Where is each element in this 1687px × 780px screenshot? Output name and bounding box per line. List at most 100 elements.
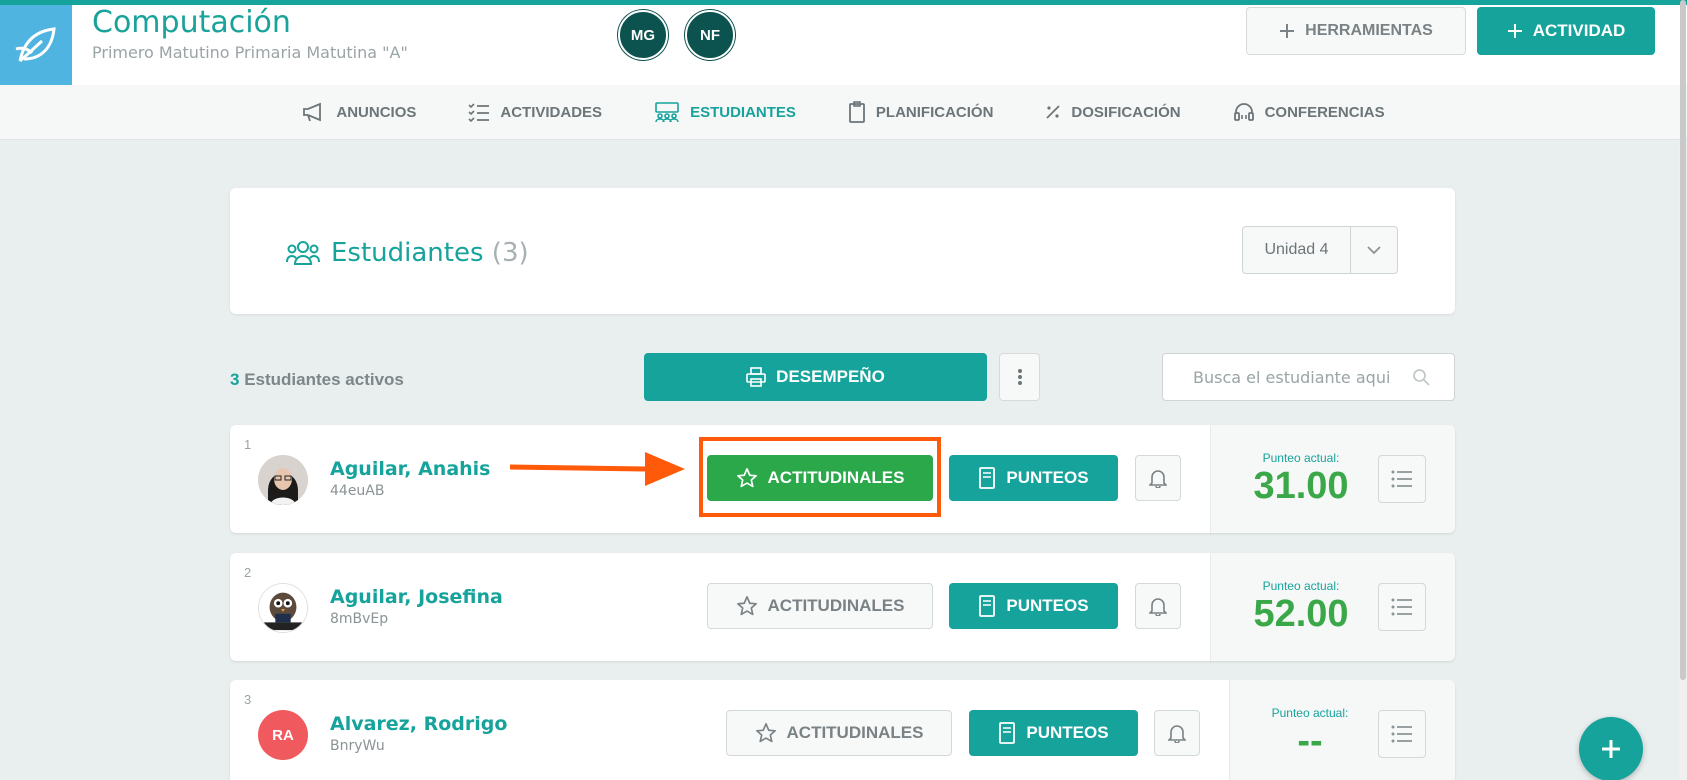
tools-label: HERRAMIENTAS xyxy=(1305,22,1433,39)
notify-button[interactable] xyxy=(1135,583,1181,629)
tab-conferencias[interactable]: CONFERENCIAS xyxy=(1207,85,1411,140)
score-panel: Punteo actual: 52.00 xyxy=(1210,553,1455,661)
book-icon xyxy=(999,722,1016,744)
main-nav: ANUNCIOS ACTIVIDADES ESTUDIANTES PLANIFI… xyxy=(0,85,1687,140)
students-title-card: Estudiantes (3) Unidad 4 xyxy=(230,188,1455,314)
megaphone-icon xyxy=(303,102,322,122)
score-value: 31.00 xyxy=(1253,465,1349,507)
bell-icon xyxy=(1168,725,1186,743)
score-value: 52.00 xyxy=(1253,593,1349,635)
scores-label: PUNTEOS xyxy=(1006,468,1089,487)
student-count: (3) xyxy=(491,238,529,268)
unit-select[interactable]: Unidad 4 xyxy=(1242,226,1398,274)
percent-icon xyxy=(1046,105,1061,119)
students-icon xyxy=(655,102,679,122)
star-icon xyxy=(736,596,757,616)
search-input[interactable] xyxy=(1193,367,1403,387)
star-icon xyxy=(755,723,776,743)
plus-icon xyxy=(1280,24,1295,38)
scrollbar-thumb[interactable] xyxy=(1680,0,1686,680)
score-label: Punteo actual: xyxy=(1271,706,1349,720)
printer-icon xyxy=(746,367,766,387)
attitudinal-button[interactable]: ACTITUDINALES xyxy=(707,583,933,629)
student-code: BnryWu xyxy=(330,738,385,754)
book-icon xyxy=(979,467,996,489)
notify-button[interactable] xyxy=(1135,455,1181,501)
list-icon xyxy=(1391,470,1412,488)
app-logo[interactable] xyxy=(0,5,72,85)
tab-label: ACTIVIDADES xyxy=(500,103,603,121)
score-value: -- xyxy=(1297,720,1323,762)
scores-button[interactable]: PUNTEOS xyxy=(949,455,1118,501)
performance-label: DESEMPEÑO xyxy=(776,367,885,386)
student-row: 2 Aguilar, Josefina 8mBvEp ACTITUDINALES… xyxy=(230,553,1455,661)
unit-selected-value: Unidad 4 xyxy=(1243,227,1351,273)
tab-estudiantes[interactable]: ESTUDIANTES xyxy=(628,85,822,140)
score-label: Punteo actual: xyxy=(1262,451,1340,465)
attitudinal-button[interactable]: ACTITUDINALES xyxy=(726,710,952,756)
leaf-icon xyxy=(15,27,56,63)
row-number: 2 xyxy=(244,565,252,580)
course-subtitle: Primero Matutino Primaria Matutina "A" xyxy=(92,43,408,62)
plus-icon xyxy=(1507,24,1522,38)
student-avatar[interactable] xyxy=(258,583,308,633)
score-panel: Punteo actual: 31.00 xyxy=(1210,425,1455,533)
scores-button[interactable]: PUNTEOS xyxy=(949,583,1118,629)
page-title-label: Estudiantes xyxy=(331,238,484,268)
score-label: Punteo actual: xyxy=(1262,579,1340,593)
tab-anuncios[interactable]: ANUNCIOS xyxy=(276,85,442,140)
header: Computación Primero Matutino Primaria Ma… xyxy=(0,5,1687,85)
book-icon xyxy=(979,595,996,617)
student-name[interactable]: Aguilar, Josefina xyxy=(330,586,503,608)
users-icon xyxy=(286,241,320,265)
notify-button[interactable] xyxy=(1154,710,1200,756)
score-details-button[interactable] xyxy=(1378,583,1426,631)
tab-label: ESTUDIANTES xyxy=(690,103,796,121)
attitudinal-label: ACTITUDINALES xyxy=(767,596,905,615)
checklist-icon xyxy=(468,103,490,122)
add-activity-button[interactable]: ACTIVIDAD xyxy=(1477,7,1655,55)
search-icon[interactable] xyxy=(1412,368,1430,391)
teacher-avatar-mg[interactable]: MG xyxy=(618,10,668,60)
teacher-avatar-nf[interactable]: NF xyxy=(685,10,735,60)
bell-icon xyxy=(1149,598,1167,616)
attitudinal-label: ACTITUDINALES xyxy=(786,723,924,742)
tab-label: CONFERENCIAS xyxy=(1264,103,1385,121)
performance-button[interactable]: DESEMPEÑO xyxy=(644,353,987,401)
row-number: 1 xyxy=(244,437,252,452)
more-options-button[interactable] xyxy=(999,353,1040,401)
tab-dosificacion[interactable]: DOSIFICACIÓN xyxy=(1019,85,1206,140)
vertical-dots-icon xyxy=(1017,369,1022,385)
tools-button[interactable]: HERRAMIENTAS xyxy=(1246,7,1466,55)
student-name[interactable]: Alvarez, Rodrigo xyxy=(330,713,507,735)
scores-button[interactable]: PUNTEOS xyxy=(969,710,1138,756)
plus-icon xyxy=(1602,740,1620,758)
owl-mascot-icon xyxy=(259,584,307,632)
chevron-down-icon xyxy=(1367,246,1381,255)
course-title: Computación xyxy=(92,5,291,40)
bell-icon xyxy=(1149,470,1167,488)
tab-actividades[interactable]: ACTIVIDADES xyxy=(442,85,628,140)
floating-add-button[interactable] xyxy=(1579,717,1643,780)
scores-label: PUNTEOS xyxy=(1026,723,1109,742)
tab-label: DOSIFICACIÓN xyxy=(1071,103,1181,121)
student-code: 8mBvEp xyxy=(330,611,389,627)
student-avatar[interactable] xyxy=(258,455,308,505)
student-row: 3 RA Alvarez, Rodrigo BnryWu ACTITUDINAL… xyxy=(230,680,1455,780)
list-icon xyxy=(1391,598,1412,616)
student-avatar[interactable]: RA xyxy=(258,710,308,760)
active-count-label: Estudiantes activos xyxy=(244,370,404,389)
student-name[interactable]: Aguilar, Anahis xyxy=(330,458,491,480)
score-details-button[interactable] xyxy=(1378,710,1426,758)
clipboard-icon xyxy=(849,101,865,123)
tab-planificacion[interactable]: PLANIFICACIÓN xyxy=(822,85,1020,140)
score-details-button[interactable] xyxy=(1378,455,1426,503)
annotation-highlight-box xyxy=(699,437,941,517)
tab-label: ANUNCIOS xyxy=(336,103,417,121)
student-photo-icon xyxy=(258,455,308,505)
activity-label: ACTIVIDAD xyxy=(1532,21,1626,40)
unit-dropdown-toggle[interactable] xyxy=(1351,245,1397,255)
active-count-number: 3 xyxy=(230,370,240,389)
student-code: 44euAB xyxy=(330,483,385,499)
list-icon xyxy=(1391,725,1412,743)
